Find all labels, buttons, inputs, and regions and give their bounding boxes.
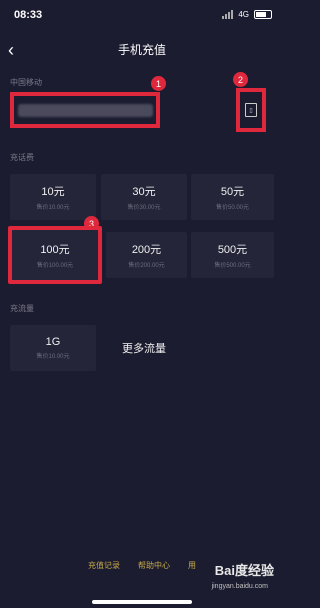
screen: { "status": { "time": "08:33", "network"… (0, 0, 284, 608)
signal-icon (222, 10, 234, 19)
recharge-option-200[interactable]: 200元 售价200.00元 (106, 232, 187, 278)
recharge-option-10[interactable]: 10元 售价10.00元 (10, 174, 96, 220)
recharge-amount: 10元 (41, 186, 65, 198)
recharge-price: 售价200.00元 (128, 263, 165, 269)
contacts-icon: ▯ (245, 103, 257, 117)
home-indicator (92, 600, 192, 604)
status-indicators: 4G (222, 10, 272, 19)
recharge-option-500[interactable]: 500元 售价500.00元 (191, 232, 274, 278)
footer-partial-link[interactable]: 用 (188, 560, 196, 571)
recharge-option-30[interactable]: 30元 售价30.00元 (101, 174, 187, 220)
recharge-amount: 100元 (40, 244, 70, 256)
recharge-amount: 50元 (220, 186, 245, 198)
contacts-button[interactable]: ▯ (236, 88, 266, 132)
data-price: 售价10.00元 (36, 354, 70, 360)
step-badge-1: 1 (151, 76, 166, 91)
recharge-price: 售价10.00元 (36, 205, 70, 211)
phone-input[interactable] (10, 92, 160, 128)
baidu-watermark: Bai度经验 (214, 563, 274, 578)
recharge-records-link[interactable]: 充值记录 (88, 560, 120, 571)
help-center-link[interactable]: 帮助中心 (138, 560, 170, 571)
recharge-price: 售价50.00元 (215, 205, 249, 211)
recharge-amount: 500元 (217, 244, 248, 256)
baidu-watermark-url: jingyan.baidu.com (211, 583, 268, 590)
operator-label: 中国移动 (10, 78, 42, 87)
more-data-label: 更多流量 (122, 343, 166, 355)
status-time: 08:33 (14, 9, 43, 21)
recharge-price: 售价500.00元 (214, 263, 251, 269)
recharge-option-50[interactable]: 50元 售价50.00元 (191, 174, 274, 220)
recharge-amount: 30元 (132, 186, 156, 198)
network-type: 4G (238, 10, 249, 19)
data-section-label: 充流量 (10, 304, 34, 313)
data-amount: 1G (45, 336, 61, 348)
page-title: 手机充值 (117, 43, 166, 57)
data-option-1g[interactable]: 1G 售价10.00元 (10, 325, 96, 371)
recharge-section-label: 充话费 (10, 153, 34, 162)
recharge-price: 售价100.00元 (36, 263, 74, 269)
recharge-option-100[interactable]: 100元 售价100.00元 (8, 226, 102, 284)
recharge-price: 售价30.00元 (127, 205, 161, 211)
battery-icon (254, 10, 272, 19)
recharge-amount: 200元 (131, 244, 162, 256)
step-badge-2: 2 (233, 72, 248, 87)
phone-number-blurred (18, 104, 153, 117)
more-data-button[interactable]: 更多流量 (101, 325, 187, 371)
